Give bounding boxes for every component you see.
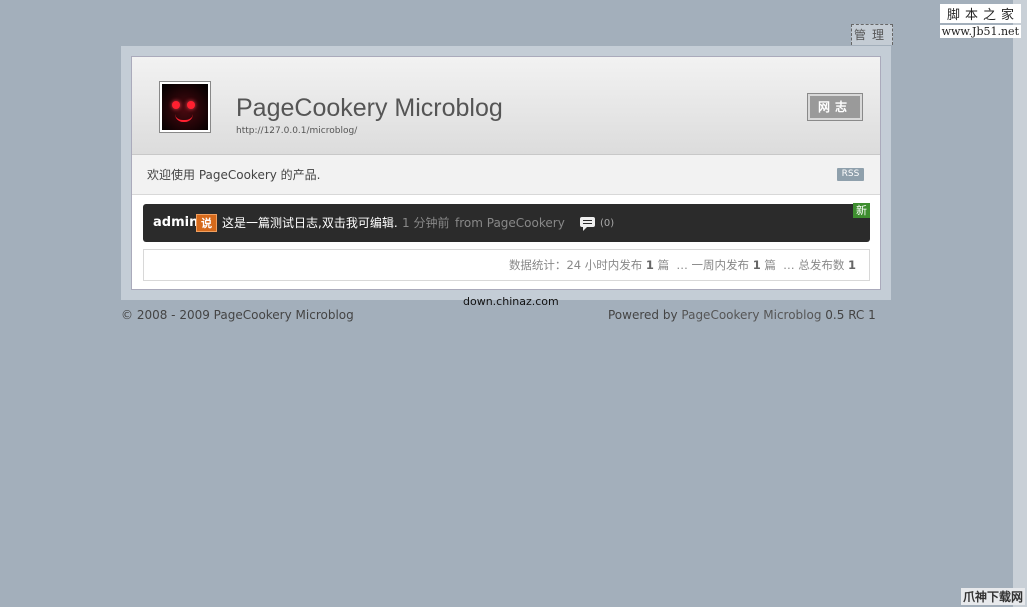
footer-powered: Powered by PageCookery Microblog 0.5 RC … xyxy=(608,308,876,322)
watermark-top: 脚本之家 www.Jb51.net xyxy=(939,4,1021,38)
post-source[interactable]: from PageCookery xyxy=(455,204,565,242)
footer-copyright: © 2008 - 2009 PageCookery Microblog xyxy=(121,308,354,322)
content-panel: PageCookery Microblog http://127.0.0.1/m… xyxy=(131,56,881,290)
stats-day-prefix: 24 小时内发布 xyxy=(566,258,643,272)
stats-label: 数据统计： xyxy=(508,258,567,272)
watermark-center: down.chinaz.com xyxy=(463,295,559,308)
stats-day-unit: 篇 xyxy=(657,258,670,272)
say-badge: 说 xyxy=(196,214,217,232)
stats-week-prefix: … 一周内发布 xyxy=(676,258,750,272)
stats-total-prefix: … 总发布数 xyxy=(783,258,845,272)
blog-title[interactable]: PageCookery Microblog xyxy=(236,94,503,123)
watermark-bottom: 爪神下载网 xyxy=(960,588,1025,605)
post-author[interactable]: admin xyxy=(153,204,198,242)
comment-count[interactable]: (0) xyxy=(600,205,614,243)
post-item[interactable]: admin 说 这是一篇测试日志,双击我可编辑. 1 分钟前 from Page… xyxy=(143,203,870,243)
rss-button[interactable]: RSS xyxy=(837,168,864,181)
avatar[interactable] xyxy=(159,81,211,133)
window-edge xyxy=(1013,0,1027,607)
watermark-top-line2: www.Jb51.net xyxy=(939,25,1021,38)
welcome-text: 欢迎使用 PageCookery 的产品. xyxy=(147,168,321,182)
comment-icon[interactable] xyxy=(580,217,595,231)
post-content[interactable]: 这是一篇测试日志,双击我可编辑. xyxy=(222,204,398,242)
avatar-face-icon xyxy=(162,84,208,130)
watermark-top-line1: 脚本之家 xyxy=(939,4,1021,23)
new-badge: 新 xyxy=(853,203,870,218)
admin-link[interactable]: 管理 xyxy=(851,24,893,45)
welcome-bar: 欢迎使用 PageCookery 的产品. RSS xyxy=(132,155,880,195)
blog-url[interactable]: http://127.0.0.1/microblog/ xyxy=(236,126,357,136)
blog-header: PageCookery Microblog http://127.0.0.1/m… xyxy=(132,57,880,155)
page-frame: PageCookery Microblog http://127.0.0.1/m… xyxy=(121,46,891,300)
stats-week-count: 1 xyxy=(752,258,761,272)
stats-bar: 数据统计：24 小时内发布 1 篇 … 一周内发布 1 篇 … 总发布数 1 xyxy=(143,249,870,281)
post-time: 1 分钟前 xyxy=(402,216,450,230)
powered-product-link[interactable]: PageCookery Microblog xyxy=(681,308,821,322)
stats-total-count: 1 xyxy=(847,258,856,272)
stats-day-count: 1 xyxy=(645,258,654,272)
powered-prefix: Powered by xyxy=(608,308,678,322)
stats-week-unit: 篇 xyxy=(764,258,776,272)
powered-version: 0.5 RC 1 xyxy=(825,308,876,322)
blog-nav-button[interactable]: 网志 xyxy=(807,93,863,121)
